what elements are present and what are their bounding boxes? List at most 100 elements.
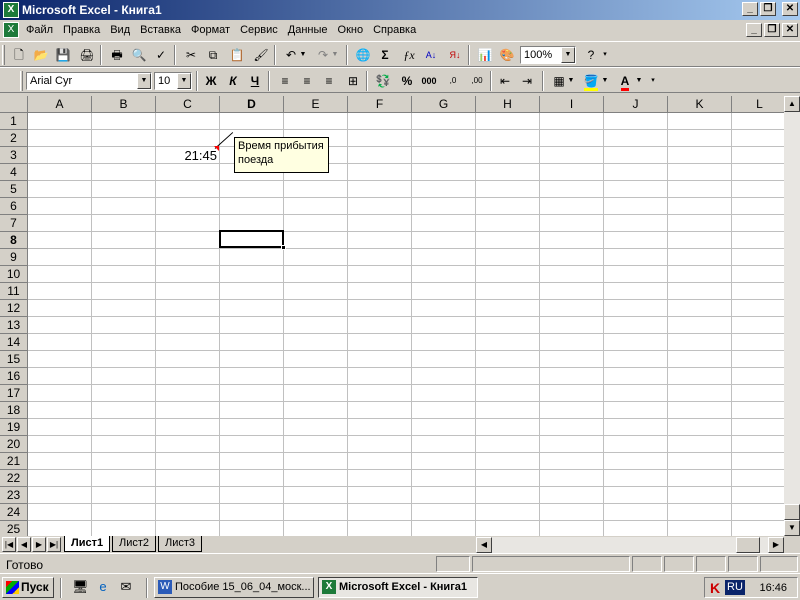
active-cell-d8[interactable]: [219, 230, 284, 248]
row-header-15[interactable]: 15: [0, 351, 28, 368]
zoom-combo[interactable]: 100% ▼: [520, 46, 576, 64]
cut-icon[interactable]: ✂: [180, 45, 202, 65]
first-sheet-icon[interactable]: |◀: [2, 537, 16, 552]
row-header-5[interactable]: 5: [0, 181, 28, 198]
sheet-tab-2[interactable]: Лист2: [112, 536, 157, 552]
row-header-21[interactable]: 21: [0, 453, 28, 470]
chevron-down-icon[interactable]: ▼: [137, 73, 151, 89]
workbook-icon[interactable]: X: [3, 22, 19, 38]
print-icon[interactable]: 🖶: [106, 45, 128, 65]
column-header-j[interactable]: J: [604, 96, 668, 113]
autosum-icon[interactable]: Σ: [374, 45, 396, 65]
toolbar-grip[interactable]: [2, 45, 5, 65]
function-icon[interactable]: ƒx: [398, 45, 420, 65]
fill-color-icon[interactable]: 🪣: [580, 71, 602, 91]
taskbar-excel[interactable]: X Microsoft Excel - Книга1: [318, 577, 478, 598]
toolbar-options-icon[interactable]: ▾: [600, 45, 610, 65]
scroll-up-icon[interactable]: ▲: [784, 96, 800, 112]
horizontal-scrollbar[interactable]: ◀ ▶: [476, 537, 784, 553]
next-sheet-icon[interactable]: ▶: [32, 537, 46, 552]
format-painter-icon[interactable]: 🖌: [250, 45, 272, 65]
internet-explorer-icon[interactable]: e: [95, 579, 111, 595]
doc-close-button[interactable]: ✕: [782, 23, 798, 37]
row-header-20[interactable]: 20: [0, 436, 28, 453]
font-combo[interactable]: Arial Cyr ▼: [26, 72, 152, 90]
toolbar-options-icon[interactable]: ▾: [648, 71, 658, 91]
cell-comment[interactable]: Время прибытия поезда: [234, 137, 329, 173]
column-header-c[interactable]: C: [156, 96, 220, 113]
help-icon[interactable]: ?: [580, 45, 602, 65]
row-header-19[interactable]: 19: [0, 419, 28, 436]
sort-ascending-icon[interactable]: А↓: [420, 45, 442, 65]
doc-minimize-button[interactable]: _: [746, 23, 762, 37]
fill-handle[interactable]: [281, 245, 286, 250]
bold-button[interactable]: Ж: [200, 71, 222, 91]
sort-descending-icon[interactable]: Я↓: [444, 45, 466, 65]
row-header-10[interactable]: 10: [0, 266, 28, 283]
chevron-down-icon[interactable]: ▼: [177, 73, 191, 89]
language-indicator[interactable]: RU: [725, 580, 745, 595]
row-header-4[interactable]: 4: [0, 164, 28, 181]
print-preview-icon[interactable]: 🔍: [128, 45, 150, 65]
column-header-i[interactable]: I: [540, 96, 604, 113]
toolbar-grip[interactable]: [20, 71, 23, 91]
column-header-a[interactable]: A: [28, 96, 92, 113]
menu-help[interactable]: Справка: [373, 24, 416, 36]
row-header-22[interactable]: 22: [0, 470, 28, 487]
decrease-indent-icon[interactable]: ⇤: [494, 71, 516, 91]
font-color-icon[interactable]: A: [614, 71, 636, 91]
column-header-f[interactable]: F: [348, 96, 412, 113]
row-header-13[interactable]: 13: [0, 317, 28, 334]
align-left-icon[interactable]: ≡: [274, 71, 296, 91]
menu-tools[interactable]: Сервис: [240, 24, 278, 36]
row-header-23[interactable]: 23: [0, 487, 28, 504]
column-header-b[interactable]: B: [92, 96, 156, 113]
new-icon[interactable]: 🗋: [8, 45, 30, 65]
underline-button[interactable]: Ч: [244, 71, 266, 91]
row-header-12[interactable]: 12: [0, 300, 28, 317]
row-header-18[interactable]: 18: [0, 402, 28, 419]
open-icon[interactable]: 📂: [30, 45, 52, 65]
row-header-25[interactable]: 25: [0, 521, 28, 536]
row-header-24[interactable]: 24: [0, 504, 28, 521]
start-button[interactable]: Пуск: [2, 577, 54, 598]
thousands-button[interactable]: 000: [418, 71, 440, 91]
increase-decimal-button[interactable]: ,0: [442, 71, 464, 91]
merge-center-icon[interactable]: ⊞: [342, 71, 364, 91]
redo-dropdown-icon[interactable]: ▼: [330, 45, 340, 65]
column-header-d[interactable]: D: [220, 96, 284, 113]
taskbar-word-document[interactable]: W Пособие 15_06_04_моск...: [154, 577, 314, 598]
select-all-corner[interactable]: [0, 96, 28, 113]
menu-file[interactable]: Файл: [26, 24, 53, 36]
doc-restore-button[interactable]: ❐: [764, 23, 780, 37]
borders-dropdown-icon[interactable]: ▼: [566, 71, 576, 91]
menu-window[interactable]: Окно: [338, 24, 364, 36]
close-button[interactable]: ✕: [782, 2, 798, 16]
decrease-decimal-button[interactable]: ,00: [466, 71, 488, 91]
minimize-button[interactable]: _: [742, 2, 758, 16]
row-header-6[interactable]: 6: [0, 198, 28, 215]
cell-c3[interactable]: 21:45: [156, 147, 219, 164]
show-desktop-icon[interactable]: 🖥: [72, 579, 89, 595]
align-right-icon[interactable]: ≡: [318, 71, 340, 91]
sheet-tab-1[interactable]: Лист1: [64, 536, 111, 552]
drawing-icon[interactable]: 🎨: [496, 45, 518, 65]
undo-dropdown-icon[interactable]: ▼: [298, 45, 308, 65]
row-header-16[interactable]: 16: [0, 368, 28, 385]
prev-sheet-icon[interactable]: ◀: [17, 537, 31, 552]
menu-view[interactable]: Вид: [110, 24, 130, 36]
excel-app-icon[interactable]: X: [3, 2, 19, 18]
font-color-dropdown-icon[interactable]: ▼: [634, 71, 644, 91]
chevron-down-icon[interactable]: ▼: [561, 47, 575, 63]
worksheet-grid[interactable]: A B C D E F G H I J K L 1 2 3 4 5 6 7 8 9 10 11 12 13 14 15 16 17 18 1…: [0, 96, 784, 536]
increase-indent-icon[interactable]: ⇥: [516, 71, 538, 91]
copy-icon[interactable]: ⧉: [202, 45, 224, 65]
menu-insert[interactable]: Вставка: [140, 24, 181, 36]
currency-icon[interactable]: 💱: [372, 71, 394, 91]
vertical-scrollbar[interactable]: ▲ ▼: [784, 96, 800, 536]
sheet-tab-3[interactable]: Лист3: [158, 536, 203, 552]
column-header-k[interactable]: K: [668, 96, 732, 113]
hyperlink-icon[interactable]: 🌐: [352, 45, 374, 65]
menu-edit[interactable]: Правка: [63, 24, 100, 36]
row-header-17[interactable]: 17: [0, 385, 28, 402]
